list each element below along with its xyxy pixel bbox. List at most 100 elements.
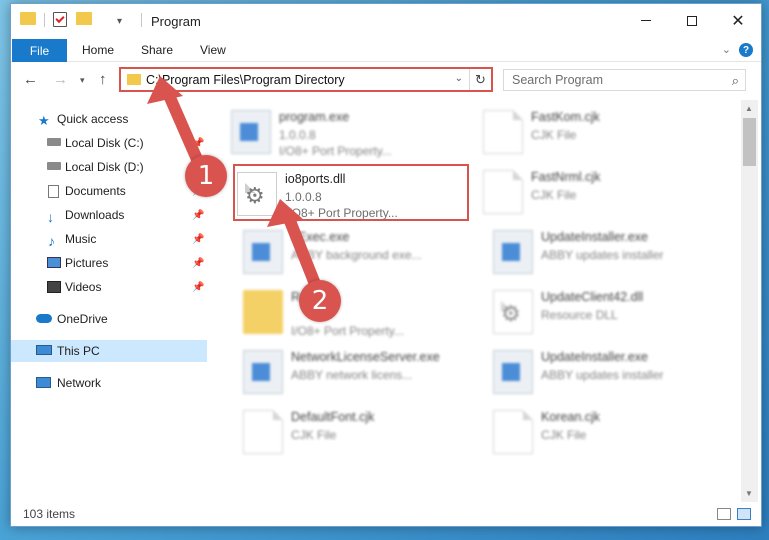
- nav-label: OneDrive: [57, 312, 108, 326]
- nav-item-pictures[interactable]: Pictures 📌: [11, 252, 207, 274]
- nav-item-documents[interactable]: Documents 📌: [11, 180, 207, 202]
- file-name: DefaultFont.cjk: [291, 410, 375, 424]
- tab-file[interactable]: File: [12, 39, 67, 62]
- search-placeholder: Search Program: [512, 73, 604, 87]
- file-name: UpdateInstaller.exe: [541, 350, 649, 364]
- file-description: ABBY background exe...: [291, 248, 422, 262]
- nav-label: Network: [57, 376, 102, 390]
- close-button[interactable]: ✕: [715, 4, 761, 37]
- exe-icon: [243, 350, 283, 394]
- expand-ribbon-icon[interactable]: ⌄: [722, 43, 731, 56]
- network-icon: [36, 377, 51, 388]
- tab-share[interactable]: Share: [141, 43, 173, 57]
- documents-icon: [48, 184, 59, 198]
- properties-icon[interactable]: [53, 12, 67, 27]
- file-item[interactable]: UpdateInstaller.exe ABBY updates install…: [489, 226, 729, 278]
- refresh-button[interactable]: ↻: [469, 69, 491, 90]
- file-description: Resource DLL: [541, 308, 618, 322]
- nav-item-local-disk-c[interactable]: Local Disk (C:) 📌: [11, 132, 207, 154]
- customize-icon[interactable]: [99, 12, 113, 25]
- exe-icon: [493, 350, 533, 394]
- file-item[interactable]: program.exe 1.0.0.8 I/O8+ Port Property.…: [227, 106, 467, 158]
- address-path[interactable]: C:\Program Files\Program Directory: [146, 73, 345, 87]
- search-icon: ⌕: [731, 73, 739, 88]
- help-icon[interactable]: ?: [739, 43, 753, 57]
- address-bar[interactable]: C:\Program Files\Program Directory ⌄ ↻: [119, 67, 493, 92]
- drive-icon: [47, 162, 61, 170]
- file-item[interactable]: UpdateClient42.dll Resource DLL: [489, 286, 729, 338]
- tab-home[interactable]: Home: [82, 43, 114, 57]
- file-item[interactable]: DefaultFont.cjk CJK File: [239, 406, 479, 458]
- file-description: I/O8+ Port Property...: [279, 144, 392, 158]
- recent-locations-icon[interactable]: ▾: [80, 75, 85, 86]
- separator: [141, 13, 142, 27]
- file-item[interactable]: FastKom.cjk CJK File: [479, 106, 719, 158]
- nav-item-network[interactable]: Network: [11, 372, 207, 394]
- up-arrow-icon[interactable]: ↑: [99, 71, 107, 88]
- nav-item-downloads[interactable]: ↓ Downloads 📌: [11, 204, 207, 226]
- doc-icon: [493, 410, 533, 454]
- nav-label: This PC: [57, 344, 100, 358]
- file-name: FastNrml.cjk: [531, 170, 601, 184]
- details-view-icon[interactable]: [717, 508, 731, 520]
- nav-item-quick-access[interactable]: ★ Quick access: [11, 108, 207, 130]
- vertical-scrollbar[interactable]: ▲ ▼: [741, 100, 758, 502]
- file-item[interactable]: Res I/O8+ Port Property...: [239, 286, 479, 338]
- item-count: 103 items: [23, 507, 76, 521]
- pin-icon: 📌: [192, 209, 205, 221]
- doc-icon: [483, 170, 523, 214]
- nav-label: Quick access: [57, 112, 129, 126]
- exe-icon: [243, 230, 283, 274]
- nav-item-onedrive[interactable]: OneDrive: [11, 308, 207, 330]
- search-input[interactable]: Search Program ⌕: [503, 69, 746, 91]
- nav-item-local-disk-d[interactable]: Local Disk (D:): [11, 156, 207, 178]
- large-icons-view-icon[interactable]: [737, 508, 751, 520]
- nav-item-this-pc[interactable]: This PC: [11, 340, 207, 362]
- window-title: Program: [151, 14, 201, 29]
- file-description: ABBY network licens...: [291, 368, 413, 382]
- file-item[interactable]: UpdateInstaller.exe ABBY updates install…: [489, 346, 729, 398]
- file-name: eExec.exe: [291, 230, 350, 244]
- file-item[interactable]: NetworkLicenseServer.exe ABBY network li…: [239, 346, 479, 398]
- separator: [44, 13, 45, 27]
- scroll-thumb[interactable]: [743, 118, 756, 166]
- gear-doc-icon: [493, 290, 533, 334]
- doc-icon: [483, 110, 523, 154]
- minimize-button[interactable]: [623, 4, 669, 37]
- highlight-box: [233, 164, 469, 221]
- chevron-down-icon[interactable]: ⌄: [455, 73, 463, 84]
- refresh-icon: ↻: [475, 71, 486, 87]
- file-item[interactable]: FastNrml.cjk CJK File: [479, 166, 719, 218]
- scroll-down-icon[interactable]: ▼: [745, 489, 753, 498]
- minimize-icon: [641, 20, 651, 21]
- folder-icon: [243, 290, 283, 334]
- folder-icon: [127, 74, 141, 85]
- file-item[interactable]: Korean.cjk CJK File: [489, 406, 729, 458]
- tab-view[interactable]: View: [200, 43, 226, 57]
- nav-item-music[interactable]: ♪ Music 📌: [11, 228, 207, 250]
- step-badge-2: 2: [299, 280, 341, 322]
- file-version: 1.0.0.8: [279, 128, 316, 142]
- back-arrow-icon[interactable]: ←: [23, 71, 38, 88]
- nav-label: Local Disk (C:): [65, 136, 144, 150]
- address-row: ← → ▾ ↑ C:\Program Files\Program Directo…: [11, 64, 761, 96]
- folder-icon: [20, 12, 36, 25]
- pin-icon: 📌: [192, 257, 205, 269]
- file-description: I/O8+ Port Property...: [291, 324, 404, 338]
- scroll-up-icon[interactable]: ▲: [745, 104, 753, 113]
- file-name: FastKom.cjk: [531, 110, 600, 124]
- nav-item-videos[interactable]: Videos 📌: [11, 276, 207, 298]
- cloud-icon: [36, 314, 52, 323]
- pin-icon: 📌: [192, 281, 205, 293]
- file-item[interactable]: eExec.exe ABBY background exe...: [239, 226, 479, 278]
- music-icon: ♪: [48, 232, 55, 249]
- chevron-down-icon[interactable]: ▾: [117, 12, 122, 30]
- new-folder-icon[interactable]: [76, 12, 92, 25]
- maximize-button[interactable]: [669, 4, 715, 37]
- file-type: CJK File: [531, 128, 577, 142]
- nav-label: Local Disk (D:): [65, 160, 144, 174]
- forward-arrow-icon[interactable]: →: [53, 71, 68, 88]
- navigation-pane: ★ Quick access Local Disk (C:) 📌 Local D…: [11, 100, 207, 500]
- file-type: CJK File: [531, 188, 577, 202]
- file-description: ABBY updates installer: [541, 248, 664, 262]
